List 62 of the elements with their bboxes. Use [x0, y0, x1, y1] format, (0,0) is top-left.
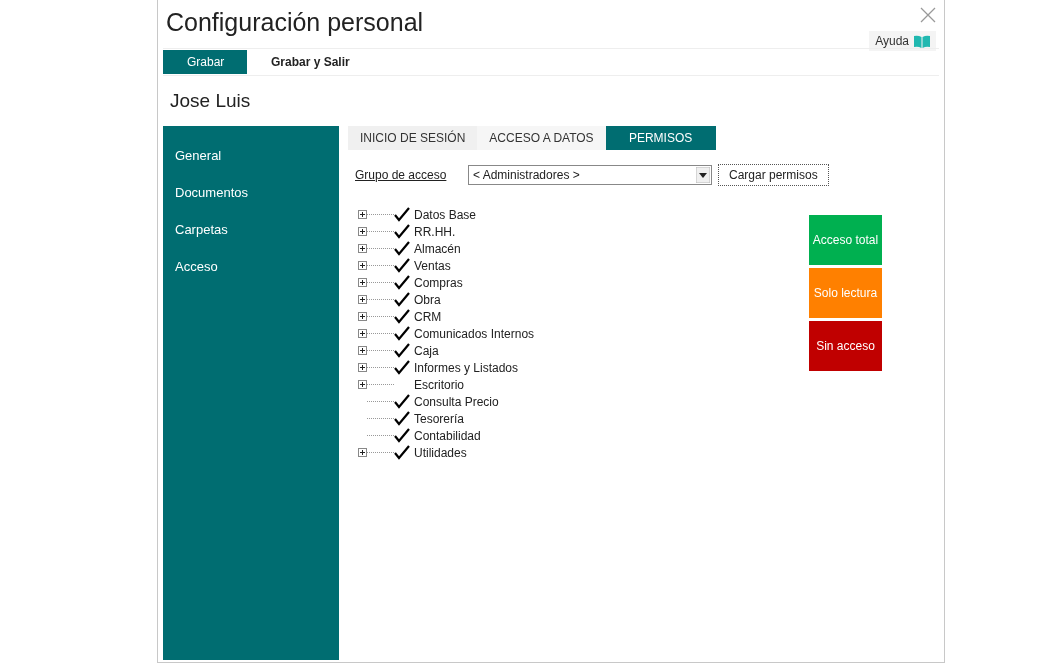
expand-icon[interactable]	[358, 261, 367, 270]
sidebar-item[interactable]: Acceso	[163, 256, 339, 277]
tree-item[interactable]: RR.HH.	[414, 222, 456, 241]
book-icon	[914, 34, 930, 48]
tree-item[interactable]: Compras	[414, 273, 463, 292]
expand-icon[interactable]	[358, 380, 367, 389]
expand-icon[interactable]	[358, 346, 367, 355]
legend-swatch: Solo lectura	[809, 268, 882, 318]
legend-swatch: Sin acceso	[809, 321, 882, 371]
tree-item[interactable]: Caja	[414, 341, 439, 360]
check-icon[interactable]	[394, 411, 410, 426]
check-icon[interactable]	[394, 360, 410, 375]
tab[interactable]: PERMISOS	[605, 126, 716, 150]
tree-item[interactable]: Tesorería	[414, 409, 465, 428]
check-icon[interactable]	[394, 394, 410, 409]
tree-item[interactable]: Informes y Listados	[414, 358, 519, 377]
tree-item[interactable]: Utilidades	[414, 443, 467, 462]
load-permissions-button[interactable]: Cargar permisos	[718, 164, 829, 186]
tab[interactable]: INICIO DE SESIÓN	[348, 126, 478, 150]
expand-icon[interactable]	[358, 278, 367, 287]
toolbar-button[interactable]: Grabar y Salir	[247, 50, 374, 74]
tree-item[interactable]: Datos Base	[414, 205, 477, 224]
tree-item[interactable]: Contabilidad	[414, 426, 481, 445]
expand-icon[interactable]	[358, 329, 367, 338]
expand-icon[interactable]	[358, 244, 367, 253]
tree-item[interactable]: Ventas	[414, 256, 451, 275]
sidebar-item[interactable]: Documentos	[163, 182, 339, 203]
check-icon[interactable]	[394, 343, 410, 358]
tree-item[interactable]: Almacén	[414, 239, 461, 258]
user-name: Jose Luis	[170, 88, 251, 113]
check-icon[interactable]	[394, 207, 410, 222]
expand-icon[interactable]	[358, 227, 367, 236]
expand-icon[interactable]	[358, 448, 367, 457]
check-icon[interactable]	[394, 428, 410, 443]
tree-item[interactable]: Escritorio	[414, 375, 464, 394]
access-group-select[interactable]: < Administradores >	[468, 165, 712, 185]
expand-icon[interactable]	[358, 312, 367, 321]
check-icon[interactable]	[394, 224, 410, 239]
toolbar-button[interactable]: Grabar	[163, 50, 247, 74]
tree-item[interactable]: Consulta Precio	[414, 392, 499, 411]
close-icon[interactable]	[920, 7, 936, 23]
window-title: Configuración personal	[166, 7, 424, 38]
tree-item[interactable]: CRM	[414, 307, 442, 326]
access-group-label: Grupo de acceso	[355, 167, 448, 184]
tab[interactable]: ACCESO A DATOS	[477, 126, 606, 150]
check-icon[interactable]	[394, 241, 410, 256]
tree-item[interactable]: Obra	[414, 290, 441, 309]
tree-item[interactable]: Comunicados Internos	[414, 324, 535, 343]
expand-icon[interactable]	[358, 210, 367, 219]
check-icon[interactable]	[394, 275, 410, 290]
check-icon[interactable]	[394, 445, 410, 460]
expand-icon[interactable]	[358, 363, 367, 372]
help-button[interactable]: Ayuda	[869, 31, 936, 51]
check-icon[interactable]	[394, 292, 410, 307]
legend-swatch: Acceso total	[809, 215, 882, 265]
dropdown-icon	[696, 167, 710, 183]
sidebar-item[interactable]: Carpetas	[163, 219, 339, 240]
check-icon[interactable]	[394, 258, 410, 273]
sidebar-item[interactable]: General	[163, 145, 339, 166]
check-icon[interactable]	[394, 326, 410, 341]
expand-icon[interactable]	[358, 295, 367, 304]
check-icon[interactable]	[394, 309, 410, 324]
